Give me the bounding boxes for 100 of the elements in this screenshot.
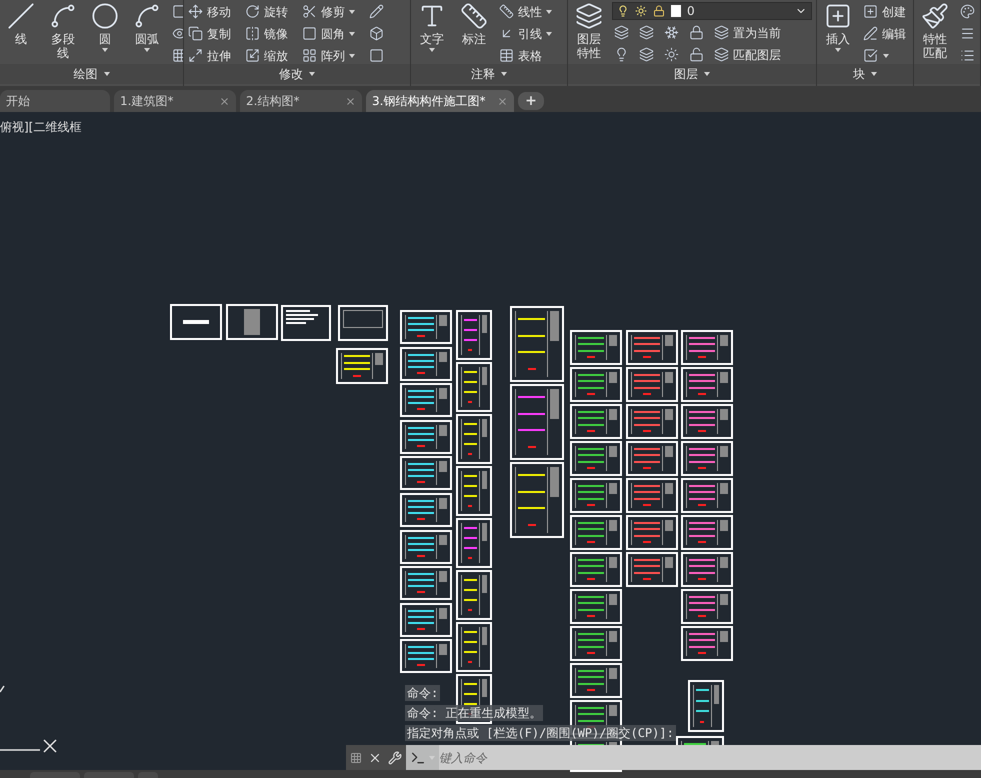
- ribbon-icon-button[interactable]: [662, 45, 681, 64]
- panel-title[interactable]: 修改: [279, 65, 303, 83]
- drawing-sheet: [570, 515, 622, 550]
- terminal-icon[interactable]: [410, 750, 426, 766]
- file-tab[interactable]: 1.建筑图*: [114, 90, 236, 112]
- check-icon: [863, 48, 878, 63]
- ribbon-tool-button[interactable]: 表格: [497, 46, 554, 64]
- caret-icon: [309, 72, 315, 76]
- drawing-sheet: [626, 441, 678, 476]
- drawing-sheet: [400, 493, 452, 527]
- drawing-sheet: [338, 305, 388, 341]
- caret-icon: [883, 54, 889, 58]
- drawing-sheet: [570, 404, 622, 439]
- drawing-sheet: [570, 367, 622, 402]
- ucs-icon: [0, 684, 58, 754]
- caret-icon: [546, 10, 552, 14]
- viewport-label[interactable]: 俯视][二维线框: [0, 118, 82, 136]
- sun-icon: [664, 47, 679, 62]
- caret-icon: [349, 32, 355, 36]
- drawing-sheet: [456, 466, 492, 516]
- drawing-sheet: [456, 622, 492, 672]
- close-icon[interactable]: [345, 96, 356, 106]
- ribbon-large-button[interactable]: 特性匹配: [916, 2, 954, 64]
- ribbon-icon-button[interactable]: [958, 2, 977, 21]
- layers-icon: [614, 25, 629, 40]
- ribbon-tool-button[interactable]: 置为当前: [712, 23, 812, 42]
- ribbon-tool-button[interactable]: 线性: [497, 2, 554, 21]
- mirror-icon: [245, 26, 260, 41]
- drawing-sheet: [681, 552, 733, 587]
- ruler-icon: [499, 4, 514, 19]
- ribbon-tool-button[interactable]: 镜像: [243, 24, 290, 43]
- scale-icon: [245, 48, 260, 63]
- grid-icon: [302, 48, 317, 63]
- drawing-sheet: [626, 552, 678, 587]
- file-tab[interactable]: 开始: [0, 90, 110, 112]
- drawing-sheet: [570, 441, 622, 476]
- drawing-sheet: [681, 441, 733, 476]
- ribbon-tool-button[interactable]: 移动: [186, 2, 233, 21]
- ribbon-tool-button[interactable]: 圆角: [300, 24, 357, 43]
- table-icon: [499, 48, 514, 63]
- scissors-icon: [302, 4, 317, 19]
- drawing-sheet: [456, 310, 492, 360]
- ribbon-large-button[interactable]: 插入: [819, 2, 857, 64]
- ribbon-large-button[interactable]: 多段线: [44, 2, 82, 64]
- caret-icon: [871, 72, 877, 76]
- drawing-sheet: [681, 367, 733, 402]
- stretch-icon: [188, 48, 203, 63]
- drawing-sheet: [400, 383, 452, 418]
- wrench-icon[interactable]: [388, 750, 402, 764]
- arc-icon: [133, 2, 161, 30]
- ribbon-large-button[interactable]: 线: [2, 2, 40, 64]
- caret-icon: [501, 72, 507, 76]
- ribbon-large-button[interactable]: 圆: [86, 2, 124, 64]
- ribbon-tool-button[interactable]: 匹配图层: [712, 45, 812, 64]
- layers-icon: [714, 25, 729, 40]
- panel-title[interactable]: 块: [853, 65, 865, 83]
- ribbon-tool-button[interactable]: 编辑: [861, 24, 908, 43]
- grip-icon[interactable]: [350, 752, 362, 764]
- file-tab[interactable]: 3.钢结构构件施工图*: [366, 90, 514, 112]
- panel-title[interactable]: 图层: [674, 65, 698, 83]
- ribbon-large-button[interactable]: 文字: [413, 2, 451, 64]
- caret-icon: [546, 32, 552, 36]
- panel-title[interactable]: 绘图: [74, 65, 98, 83]
- ribbon-tool-button[interactable]: 缩放: [243, 46, 290, 64]
- circle-icon: [91, 2, 119, 30]
- ribbon-large-button[interactable]: 标注: [455, 2, 493, 64]
- file-tab[interactable]: 2.结构图*: [240, 90, 362, 112]
- drawing-sheet: [456, 414, 492, 464]
- edit-icon: [863, 26, 878, 41]
- snowflake-icon: [664, 25, 679, 40]
- ribbon-icon-button[interactable]: [637, 45, 656, 64]
- ribbon-large-button[interactable]: 图层特性: [570, 2, 608, 64]
- ribbon-icon-button[interactable]: [367, 2, 386, 21]
- ribbon-tool-button[interactable]: 复制: [186, 24, 233, 43]
- ribbon-tool-button[interactable]: 拉伸: [186, 46, 233, 64]
- close-icon[interactable]: [219, 96, 230, 106]
- ribbon-tool-button[interactable]: 修剪: [300, 2, 357, 21]
- panel-title[interactable]: 注释: [471, 65, 495, 83]
- caret-icon: [349, 54, 355, 58]
- caret-icon: [104, 72, 110, 76]
- lock-icon: [689, 25, 704, 40]
- ribbon-tool-button[interactable]: 旋转: [243, 2, 290, 21]
- drawing-sheet: [681, 515, 733, 550]
- lock-icon: [653, 5, 665, 17]
- ribbon-icon-button[interactable]: [612, 23, 631, 42]
- drawing-sheet: [336, 348, 388, 384]
- ribbon-tool-button[interactable]: 引线: [497, 24, 554, 43]
- layer-dropdown[interactable]: 0: [612, 2, 812, 20]
- square-icon: [302, 26, 317, 41]
- drawing-sheet: [456, 570, 492, 620]
- drawing-sheet: [626, 367, 678, 402]
- caret-icon: [429, 48, 435, 52]
- drawing-sheet: [170, 304, 222, 340]
- ribbon-tool-button[interactable]: 创建: [861, 2, 908, 21]
- drawing-sheet: [681, 626, 733, 661]
- ribbon-large-button[interactable]: 圆弧: [128, 2, 166, 64]
- new-tab-button[interactable]: +: [518, 92, 544, 110]
- drawing-sheet: [400, 456, 452, 490]
- drawing-sheet: [400, 639, 452, 674]
- ribbon-icon-button[interactable]: [637, 23, 656, 42]
